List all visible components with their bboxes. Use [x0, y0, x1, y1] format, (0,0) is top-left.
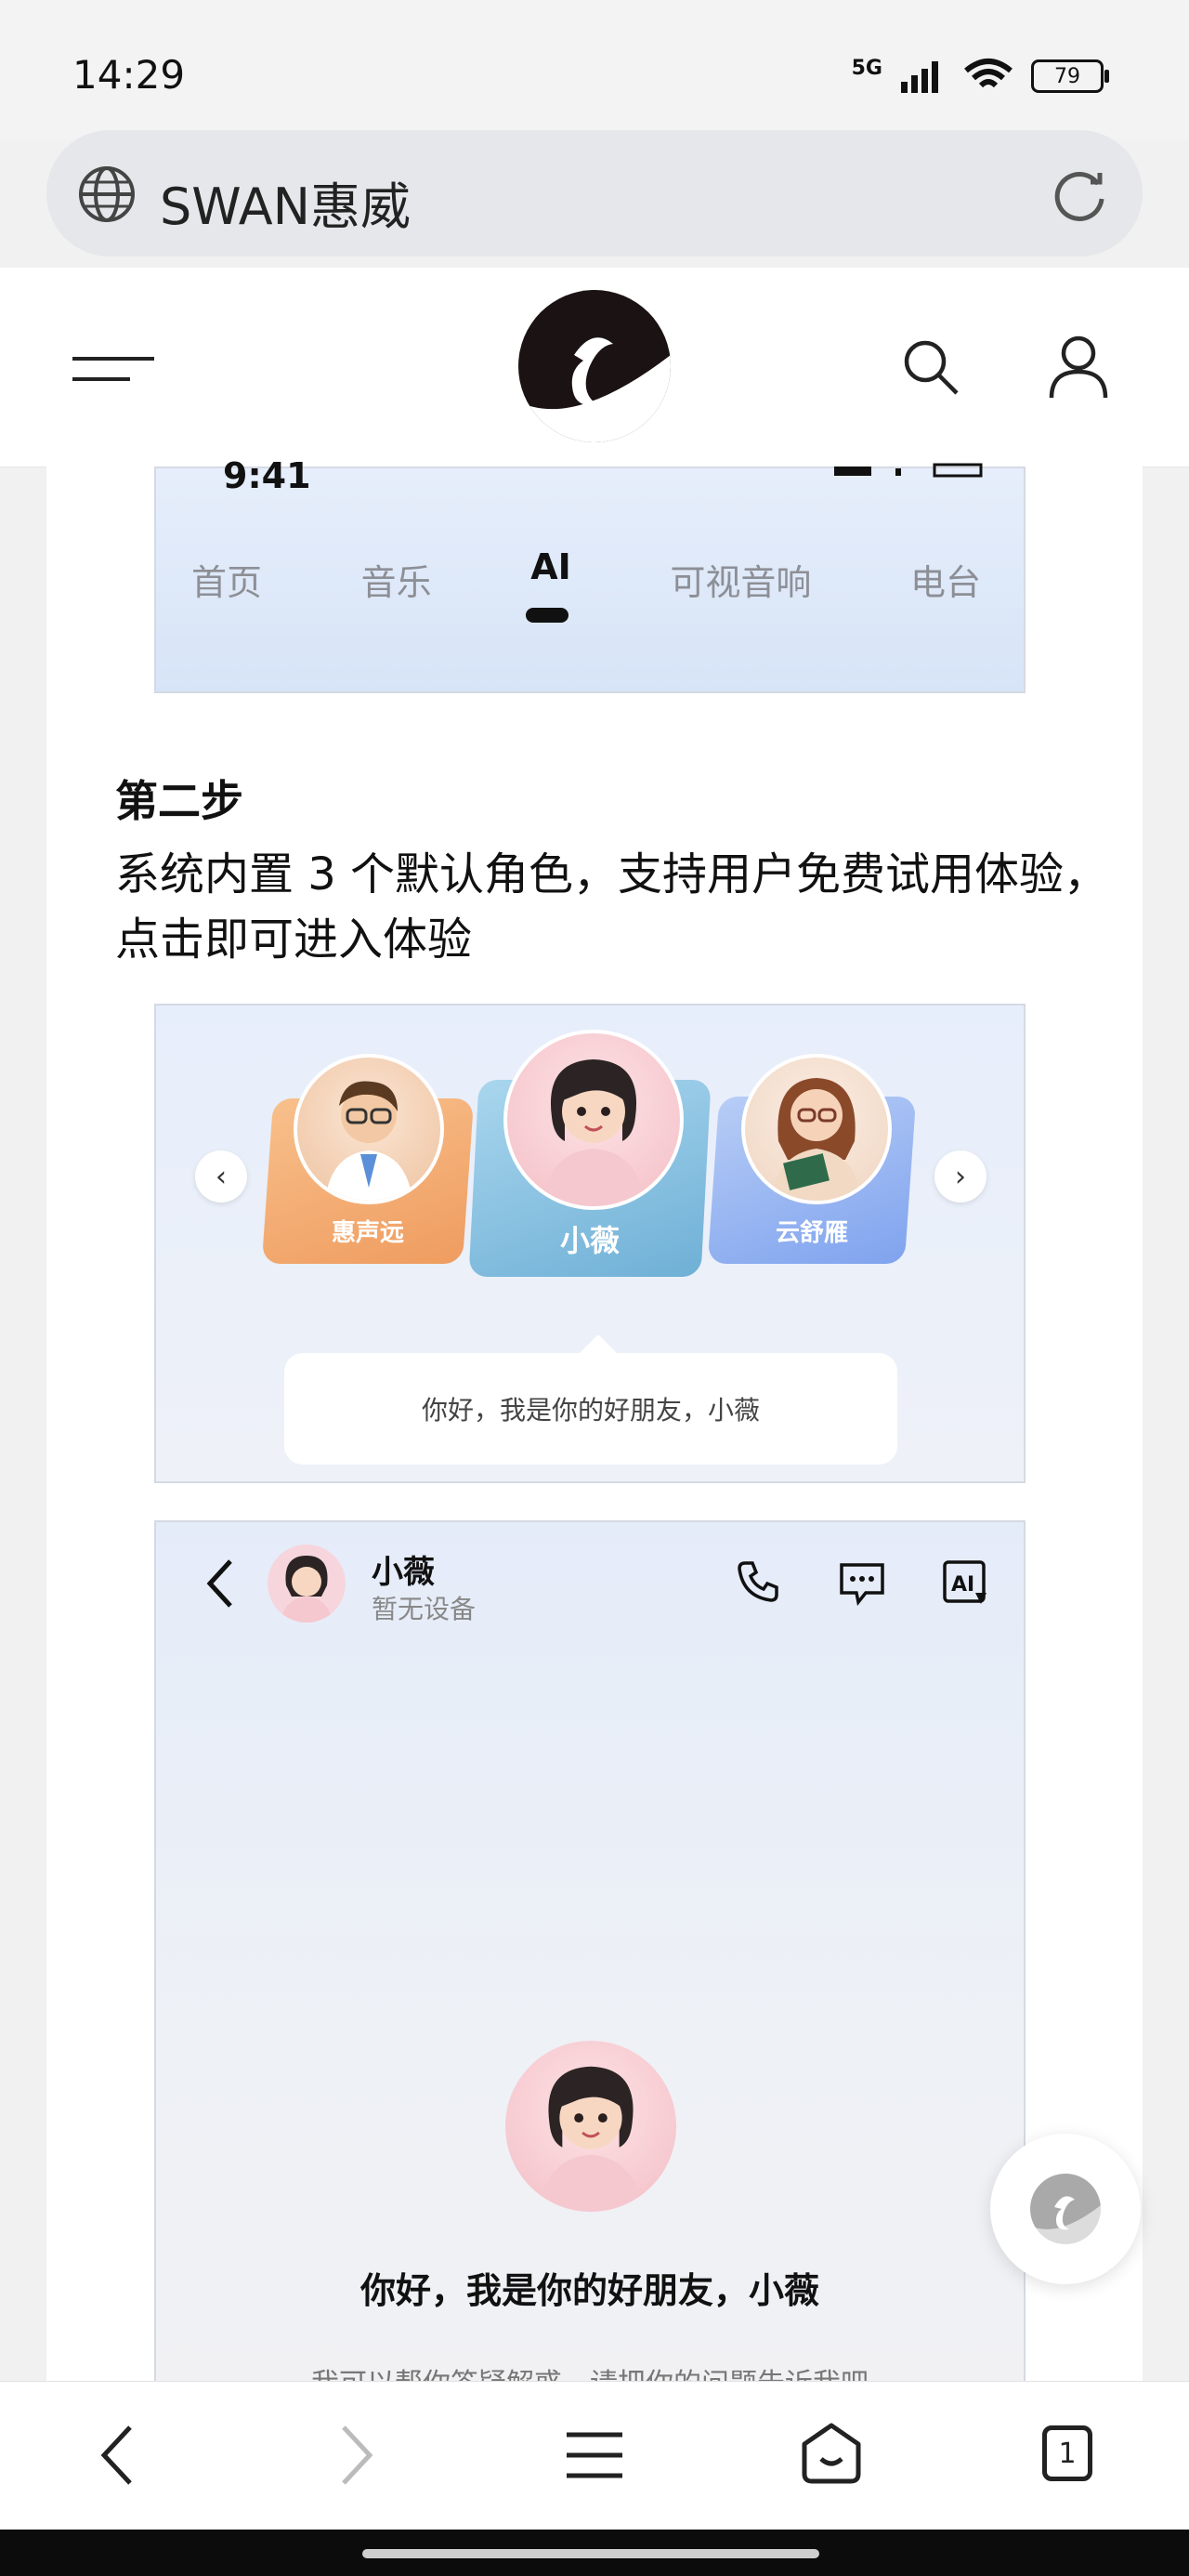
message-icon[interactable]: [838, 1561, 886, 1606]
tab-music[interactable]: 音乐: [361, 554, 432, 619]
back-nav-icon[interactable]: [98, 2424, 136, 2487]
role-avatar-3: [741, 1054, 892, 1204]
tab-home[interactable]: 首页: [191, 554, 262, 619]
screenshot-status-icons: [834, 463, 983, 478]
chat-contact-name: 小薇: [372, 1554, 435, 1591]
chat-greeting: 你好，我是你的好朋友，小薇: [359, 2270, 819, 2311]
address-bar[interactable]: SWAN惠威: [46, 130, 1143, 256]
tab-radio[interactable]: 电台: [910, 554, 981, 619]
home-indicator[interactable]: [362, 2549, 819, 2558]
url-title: SWAN惠威: [160, 177, 412, 236]
role-greeting-bubble: 你好，我是你的好朋友，小薇: [284, 1334, 897, 1465]
menu-icon[interactable]: [72, 355, 154, 383]
chat-subtext: 我可以帮你答疑解惑，请把你的问题告诉我吧: [154, 2360, 1026, 2383]
reload-icon[interactable]: [1050, 165, 1109, 225]
ai-icon[interactable]: AI: [942, 1559, 990, 1608]
role-name-2: 小薇: [559, 1223, 620, 1258]
chat-device-status: 暂无设备: [372, 1594, 477, 1624]
active-tab-indicator: [526, 608, 568, 623]
screenshot-time: 9:41: [223, 455, 311, 496]
back-icon[interactable]: [206, 1557, 234, 1610]
wifi-icon: [964, 59, 1013, 88]
step-description: 系统内置 3 个默认角色，支持用户免费试用体验，点击即可进入体验: [115, 848, 1109, 966]
menu-nav-icon[interactable]: [565, 2429, 624, 2481]
user-icon[interactable]: [1048, 335, 1109, 400]
battery-icon: 79: [1031, 59, 1109, 93]
app-screenshot-chat: [154, 1520, 1026, 2385]
status-icons: 5G 79: [851, 54, 1109, 99]
search-icon[interactable]: [901, 337, 960, 397]
screenshot-tab-bar: 首页 音乐 AI 可视音响 电台: [154, 546, 1026, 619]
floating-assistant-button[interactable]: [990, 2134, 1141, 2284]
role-greeting-text: 你好，我是你的好朋友，小薇: [421, 1395, 760, 1426]
tabs-nav-button[interactable]: 1: [1042, 2425, 1092, 2481]
status-time: 14:29: [72, 52, 186, 98]
battery-level: 79: [1054, 64, 1080, 88]
role-avatar-2: [503, 1030, 684, 1210]
prev-role-button[interactable]: ‹: [195, 1150, 247, 1203]
home-nav-icon[interactable]: [801, 2422, 862, 2485]
next-role-button[interactable]: ›: [934, 1150, 986, 1203]
role-avatar-1: [294, 1054, 444, 1204]
tabs-count: 1: [1058, 2437, 1077, 2470]
tab-visual-speaker[interactable]: 可视音响: [670, 554, 811, 619]
svg-text:AI: AI: [951, 1573, 974, 1597]
swan-logo-icon: [1030, 2174, 1101, 2244]
forward-nav-icon[interactable]: [338, 2424, 375, 2487]
chat-avatar: [268, 1544, 346, 1623]
step-title: 第二步: [115, 776, 243, 826]
role-name-1: 惠声远: [331, 1219, 404, 1247]
swan-logo-icon: [518, 337, 671, 442]
network-label: 5G: [851, 56, 882, 80]
signal-icon: [901, 61, 938, 93]
chat-center-avatar: [505, 2041, 676, 2212]
globe-icon: [79, 166, 135, 222]
phone-icon[interactable]: [736, 1559, 780, 1604]
swan-logo[interactable]: [518, 290, 671, 442]
role-name-3: 云舒雁: [775, 1219, 848, 1247]
